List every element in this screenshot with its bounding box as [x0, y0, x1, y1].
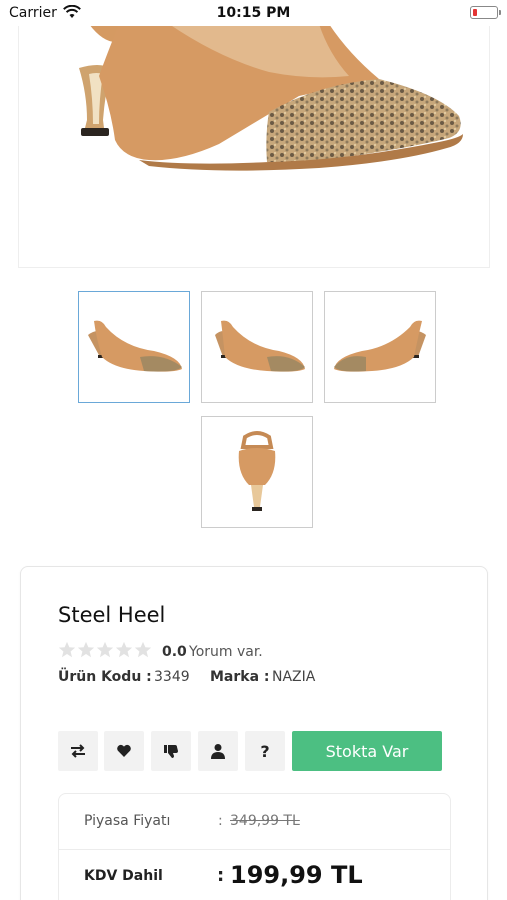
question-button[interactable]: ? [245, 731, 285, 771]
market-price-value: 349,99 TL [230, 813, 300, 829]
compare-button[interactable] [58, 731, 98, 771]
price-box: Piyasa Fiyatı : 349,99 TL KDV Dahil : 19… [58, 793, 451, 900]
favorite-button[interactable] [104, 731, 144, 771]
review-count-text[interactable]: Yorum var. [189, 644, 263, 660]
dislike-button[interactable] [151, 731, 191, 771]
thumbnail-1[interactable] [78, 291, 190, 403]
thumbnail-3[interactable] [324, 291, 436, 403]
vat-price-colon: : [217, 865, 225, 886]
brand-value[interactable]: NAZIA [272, 669, 315, 685]
shoe-side-inner [334, 320, 426, 372]
status-bar: Carrier 10:15 PM [0, 0, 507, 26]
market-price-label: Piyasa Fiyatı [84, 813, 171, 829]
clock: 10:15 PM [216, 5, 291, 21]
shoe-side-left [88, 320, 182, 372]
thumbnail-2[interactable] [201, 291, 313, 403]
thumbnail-4[interactable] [201, 416, 313, 528]
star-icon [134, 641, 152, 658]
star-icon [115, 641, 133, 658]
star-icon [58, 641, 76, 658]
thumbs-down-icon [164, 745, 178, 758]
product-code-value: 3349 [154, 669, 190, 685]
shoe-back [238, 431, 276, 511]
product-info-card: Steel Heel 0.0 Yorum var. Ürün Kodu : 33… [20, 566, 488, 900]
in-stock-button[interactable]: Stokta Var [292, 731, 442, 771]
shoe-main-image [51, 24, 463, 171]
compare-arrows-icon [71, 744, 85, 758]
price-divider [59, 849, 450, 850]
battery-level [472, 8, 477, 16]
product-main-image[interactable] [18, 24, 490, 268]
vat-included-label: KDV Dahil [84, 868, 163, 884]
heart-icon [117, 744, 131, 757]
star-icon [96, 641, 114, 658]
brand-label: Marka : [210, 669, 270, 685]
star-icon [77, 641, 95, 658]
user-icon [211, 744, 225, 759]
battery-low-icon [470, 6, 501, 19]
rating-value: 0.0 [162, 644, 187, 660]
product-code-label: Ürün Kodu : [58, 669, 152, 685]
shoe-side-right [215, 320, 305, 372]
user-button[interactable] [198, 731, 238, 771]
product-title: Steel Heel [58, 603, 166, 627]
question-mark-icon: ? [260, 741, 270, 761]
rating-stars[interactable] [58, 641, 152, 659]
market-price-colon: : [218, 813, 223, 829]
vat-included-price: 199,99 TL [230, 861, 363, 889]
